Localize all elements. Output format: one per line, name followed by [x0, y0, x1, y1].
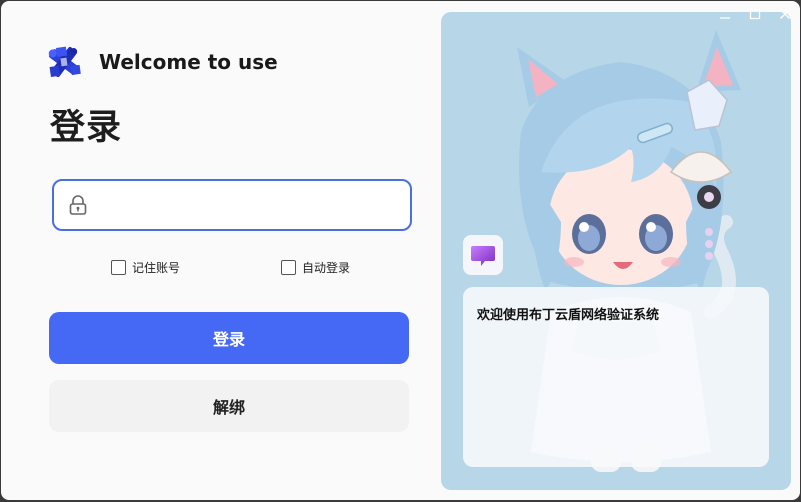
lock-icon — [69, 195, 87, 215]
auto-login-box[interactable] — [281, 260, 296, 275]
page-title: 登录 — [50, 108, 123, 148]
remember-account-label: 记住账号 — [132, 261, 181, 275]
close-icon[interactable] — [778, 7, 792, 21]
chat-bubble-icon — [471, 246, 495, 266]
maximize-icon[interactable] — [748, 7, 762, 21]
message-card: 欢迎使用布丁云盾网络验证系统 — [463, 287, 769, 467]
auto-login-checkbox[interactable]: 自动登录 — [281, 259, 350, 276]
remember-account-box[interactable] — [111, 260, 126, 275]
brand-header: Welcome to use — [44, 43, 278, 81]
unbind-button[interactable]: 解绑 — [49, 380, 409, 432]
window-controls — [718, 7, 792, 21]
password-field[interactable] — [52, 179, 412, 231]
auto-login-label: 自动登录 — [302, 261, 351, 275]
illustration-panel: 欢迎使用布丁云盾网络验证系统 — [441, 12, 791, 490]
brand-title: Welcome to use — [99, 50, 278, 74]
login-button[interactable]: 登录 — [49, 312, 409, 364]
chat-badge[interactable] — [463, 235, 503, 275]
welcome-message: 欢迎使用布丁云盾网络验证系统 — [477, 308, 660, 323]
login-window: Welcome to use 登录 记住账号 自动登录 登录 解绑 欢迎使用布丁… — [1, 1, 800, 500]
minimize-icon[interactable] — [718, 7, 732, 21]
remember-account-checkbox[interactable]: 记住账号 — [111, 259, 180, 276]
puzzle-x-logo — [48, 46, 81, 77]
password-input[interactable] — [98, 181, 410, 229]
